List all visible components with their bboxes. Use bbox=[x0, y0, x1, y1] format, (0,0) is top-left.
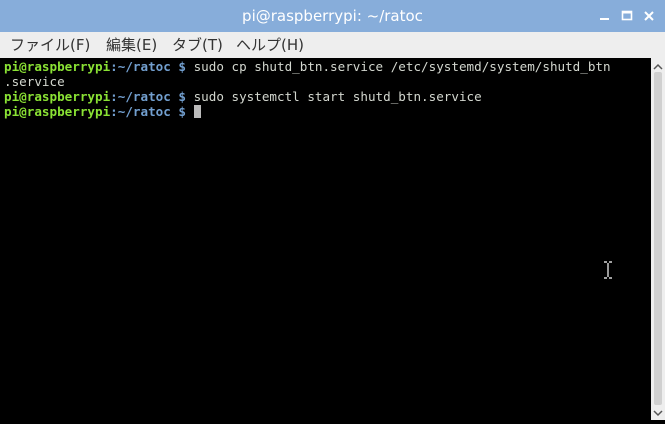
terminal-line: pi@raspberrypi:~/ratoc $ sudo systemctl … bbox=[4, 89, 482, 104]
terminal-line: pi@raspberrypi:~/ratoc $ bbox=[4, 104, 201, 119]
close-icon[interactable] bbox=[640, 7, 658, 25]
terminal-window: pi@raspberrypi: ~/ratoc ファイル(F) 編集(E) タブ… bbox=[0, 0, 665, 420]
command-text: sudo cp shutd_btn.service /etc/systemd/s… bbox=[186, 59, 611, 74]
terminal-line: pi@raspberrypi:~/ratoc $ sudo cp shutd_b… bbox=[4, 59, 611, 74]
prompt-user: pi@raspberrypi bbox=[4, 59, 111, 74]
terminal-line: .service bbox=[4, 74, 65, 89]
text-cursor bbox=[193, 105, 201, 118]
prompt-path: :~/ratoc bbox=[110, 59, 171, 74]
prompt-path: :~/ratoc bbox=[110, 89, 171, 104]
scroll-up-icon[interactable] bbox=[651, 59, 665, 73]
prompt-path: :~/ratoc bbox=[110, 104, 171, 119]
prompt-dollar: $ bbox=[170, 89, 186, 104]
ibeam-cursor-icon bbox=[602, 260, 614, 280]
minimize-icon[interactable] bbox=[596, 7, 614, 25]
menu-tabs[interactable]: タブ(T) bbox=[172, 32, 223, 58]
prompt-dollar: $ bbox=[170, 104, 186, 119]
maximize-icon[interactable] bbox=[618, 7, 636, 25]
scrollbar-thumb[interactable] bbox=[654, 72, 662, 405]
menu-help[interactable]: ヘルプ(H) bbox=[236, 32, 304, 58]
window-title: pi@raspberrypi: ~/ratoc bbox=[242, 7, 423, 25]
command-text: sudo systemctl start shutd_btn.service bbox=[186, 89, 482, 104]
menu-bar: ファイル(F) 編集(E) タブ(T) ヘルプ(H) bbox=[0, 32, 665, 58]
menu-file[interactable]: ファイル(F) bbox=[10, 32, 90, 58]
prompt-user: pi@raspberrypi bbox=[4, 89, 111, 104]
command-text bbox=[186, 104, 194, 119]
title-bar[interactable]: pi@raspberrypi: ~/ratoc bbox=[0, 0, 665, 32]
command-continuation: .service bbox=[4, 74, 65, 89]
terminal-output[interactable]: pi@raspberrypi:~/ratoc $ sudo cp shutd_b… bbox=[0, 58, 651, 420]
prompt-user: pi@raspberrypi bbox=[4, 104, 111, 119]
scroll-down-icon[interactable] bbox=[651, 405, 665, 419]
menu-edit[interactable]: 編集(E) bbox=[106, 32, 157, 58]
vertical-scrollbar[interactable] bbox=[651, 58, 665, 420]
prompt-dollar: $ bbox=[170, 59, 186, 74]
